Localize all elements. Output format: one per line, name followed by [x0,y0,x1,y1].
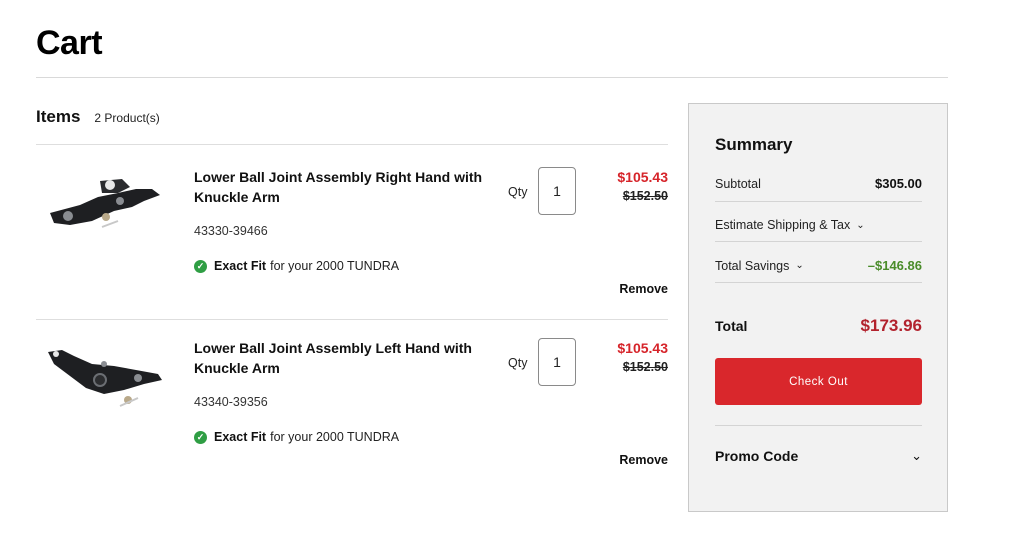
order-summary-panel: Summary Subtotal $305.00 Estimate Shippi… [688,103,948,512]
qty-label: Qty [508,356,528,370]
savings-label: Total Savings [715,258,790,273]
chevron-down-icon: ⌄ [856,219,865,231]
product-name[interactable]: Lower Ball Joint Assembly Left Hand with… [194,338,484,378]
summary-divider [715,241,922,242]
product-image[interactable] [40,342,170,422]
promo-code-label: Promo Code [715,448,799,464]
savings-value: –$146.86 [867,258,922,273]
title-divider [36,77,948,78]
fit-vehicle: for your 2000 TUNDRA [270,430,400,444]
item-divider [36,319,668,320]
total-row: Total $173.96 [715,316,922,336]
summary-divider [715,425,922,426]
remove-button[interactable]: Remove [619,282,668,296]
original-price: $152.50 [622,360,668,374]
promo-code-toggle[interactable]: Promo Code ⌄ [715,448,922,464]
subtotal-label: Subtotal [715,176,761,191]
remove-button[interactable]: Remove [619,453,668,467]
part-number: 43340-39356 [194,395,268,409]
cart-item: Lower Ball Joint Assembly Right Hand wit… [36,167,668,327]
summary-title: Summary [715,135,793,154]
fit-info: ✓ Exact Fit for your 2000 TUNDRA [194,430,399,444]
total-label: Total [715,318,748,334]
items-header: Items 2 Product(s) [36,107,160,127]
sale-price: $105.43 [617,340,668,356]
original-price: $152.50 [622,189,668,203]
part-number: 43330-39466 [194,224,268,238]
shipping-label: Estimate Shipping & Tax [715,218,851,232]
fit-label: Exact Fit [214,430,267,444]
product-name[interactable]: Lower Ball Joint Assembly Right Hand wit… [194,167,484,207]
qty-label: Qty [508,185,528,199]
chevron-down-icon: ⌄ [911,448,922,463]
items-label: Items [36,107,81,126]
checkout-button[interactable]: Check Out [715,358,922,405]
estimate-shipping-toggle[interactable]: Estimate Shipping & Tax ⌄ [715,218,922,232]
check-circle-icon: ✓ [194,430,207,444]
items-count: 2 Product(s) [94,111,160,125]
fit-label: Exact Fit [214,259,267,273]
chevron-down-icon: ⌄ [795,260,804,271]
sale-price: $105.43 [617,169,668,185]
fit-info: ✓ Exact Fit for your 2000 TUNDRA [194,259,399,273]
quantity-input[interactable] [538,338,576,386]
savings-row: Total Savings ⌄ –$146.86 [715,258,922,273]
total-value: $173.96 [860,316,922,335]
items-divider [36,144,668,145]
subtotal-row: Subtotal $305.00 [715,176,922,191]
product-image[interactable] [40,167,170,247]
fit-vehicle: for your 2000 TUNDRA [270,259,400,273]
subtotal-value: $305.00 [875,176,922,191]
savings-toggle[interactable]: Total Savings ⌄ [715,259,804,273]
quantity-input[interactable] [538,167,576,215]
summary-divider [715,282,922,283]
summary-divider [715,201,922,202]
check-circle-icon: ✓ [194,259,207,273]
cart-item: Lower Ball Joint Assembly Left Hand with… [36,338,668,498]
page-title: Cart [36,24,103,62]
